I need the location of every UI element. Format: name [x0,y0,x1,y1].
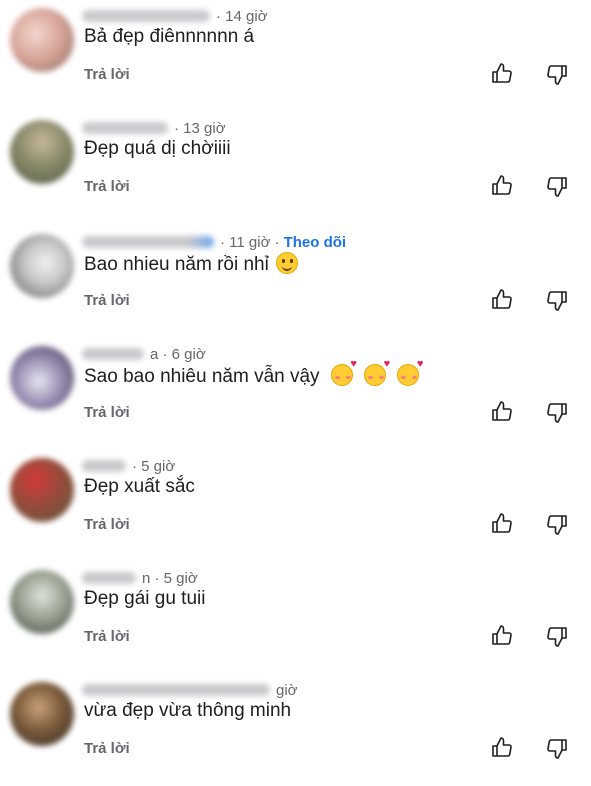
blurred-username[interactable] [82,122,168,134]
comment-item: · 14 giờ Bả đẹp điênnnnnn á Trả lời [0,0,591,112]
comment-text: Sao bao nhiêu năm vẫn vậy [84,358,423,388]
comment-text-content: Bao nhieu năm rồi nhỉ [84,254,269,275]
avatar[interactable] [10,682,74,746]
blurred-username[interactable] [82,460,126,472]
comment-item: a · 6 giờ Sao bao nhiêu năm vẫn vậy Trả … [0,338,591,450]
thumbs-down-icon[interactable] [545,736,569,760]
comment-time: · 11 giờ · [220,233,280,251]
comment-header: n · 5 giờ [82,568,198,588]
comment-text: Bao nhieu năm rồi nhỉ [84,252,299,276]
thumbs-up-icon[interactable] [490,62,514,86]
comment-item: · 5 giờ Đẹp xuất sắc Trả lời [0,450,591,562]
comment-time: n · 5 giờ [142,569,198,587]
slightly-smiling-face-icon [276,252,299,274]
smiling-face-with-hearts-icon [364,358,390,386]
reply-button[interactable]: Trả lời [84,628,130,645]
avatar[interactable] [10,346,74,410]
comment-header: · 5 giờ [82,456,175,476]
comment-time: giờ [276,681,298,699]
blurred-username[interactable] [82,236,214,248]
comment-header: · 13 giờ [82,118,226,138]
thumbs-up-icon[interactable] [490,288,514,312]
thumbs-down-icon[interactable] [545,174,569,198]
avatar[interactable] [10,120,74,184]
avatar[interactable] [10,458,74,522]
reply-button[interactable]: Trả lời [84,516,130,533]
comment-text: Đẹp xuất sắc [84,476,195,497]
comment-time: · 14 giờ [216,7,268,25]
comment-text-content: Sao bao nhiêu năm vẫn vậy [84,366,320,387]
avatar[interactable] [10,234,74,298]
thumbs-down-icon[interactable] [545,400,569,424]
comment-text: vừa đẹp vừa thông minh [84,700,292,721]
comment-header: a · 6 giờ [82,344,206,364]
comment-text: Bả đẹp điênnnnnn á [84,26,255,47]
reply-button[interactable]: Trả lời [84,404,130,421]
thumbs-up-icon[interactable] [490,400,514,424]
thumbs-up-icon[interactable] [490,736,514,760]
smiling-face-with-hearts-icon [397,358,423,386]
comment-item: · 13 giờ Đẹp quá dị chờiiii Trả lời [0,112,591,224]
reply-button[interactable]: Trả lời [84,66,130,83]
blurred-username[interactable] [82,572,136,584]
reply-button[interactable]: Trả lời [84,178,130,195]
reply-button[interactable]: Trả lời [84,740,130,757]
comment-item: giờ vừa đẹp vừa thông minh Trả lời [0,674,591,786]
comment-text: Đẹp gái gu tuii [84,588,206,609]
avatar[interactable] [10,8,74,72]
reply-button[interactable]: Trả lời [84,292,130,309]
follow-button[interactable]: Theo dõi [284,234,347,251]
thumbs-up-icon[interactable] [490,174,514,198]
comment-header: · 14 giờ [82,6,268,26]
blurred-username[interactable] [82,684,270,696]
thumbs-up-icon[interactable] [490,512,514,536]
comment-time: a · 6 giờ [150,345,206,363]
thumbs-down-icon[interactable] [545,62,569,86]
comment-header: · 11 giờ · Theo dõi [82,232,346,252]
comment-item: · 11 giờ · Theo dõi Bao nhieu năm rồi nh… [0,226,591,338]
smiling-face-with-hearts-icon [330,358,357,386]
comment-header: giờ [82,680,298,700]
thumbs-down-icon[interactable] [545,512,569,536]
comment-time: · 13 giờ [174,119,226,137]
comment-item: n · 5 giờ Đẹp gái gu tuii Trả lời [0,562,591,674]
comment-text: Đẹp quá dị chờiiii [84,138,231,159]
comment-time: · 5 giờ [132,457,176,475]
thumbs-up-icon[interactable] [490,624,514,648]
blurred-username[interactable] [82,348,144,360]
thumbs-down-icon[interactable] [545,288,569,312]
thumbs-down-icon[interactable] [545,624,569,648]
blurred-username[interactable] [82,10,210,22]
avatar[interactable] [10,570,74,634]
